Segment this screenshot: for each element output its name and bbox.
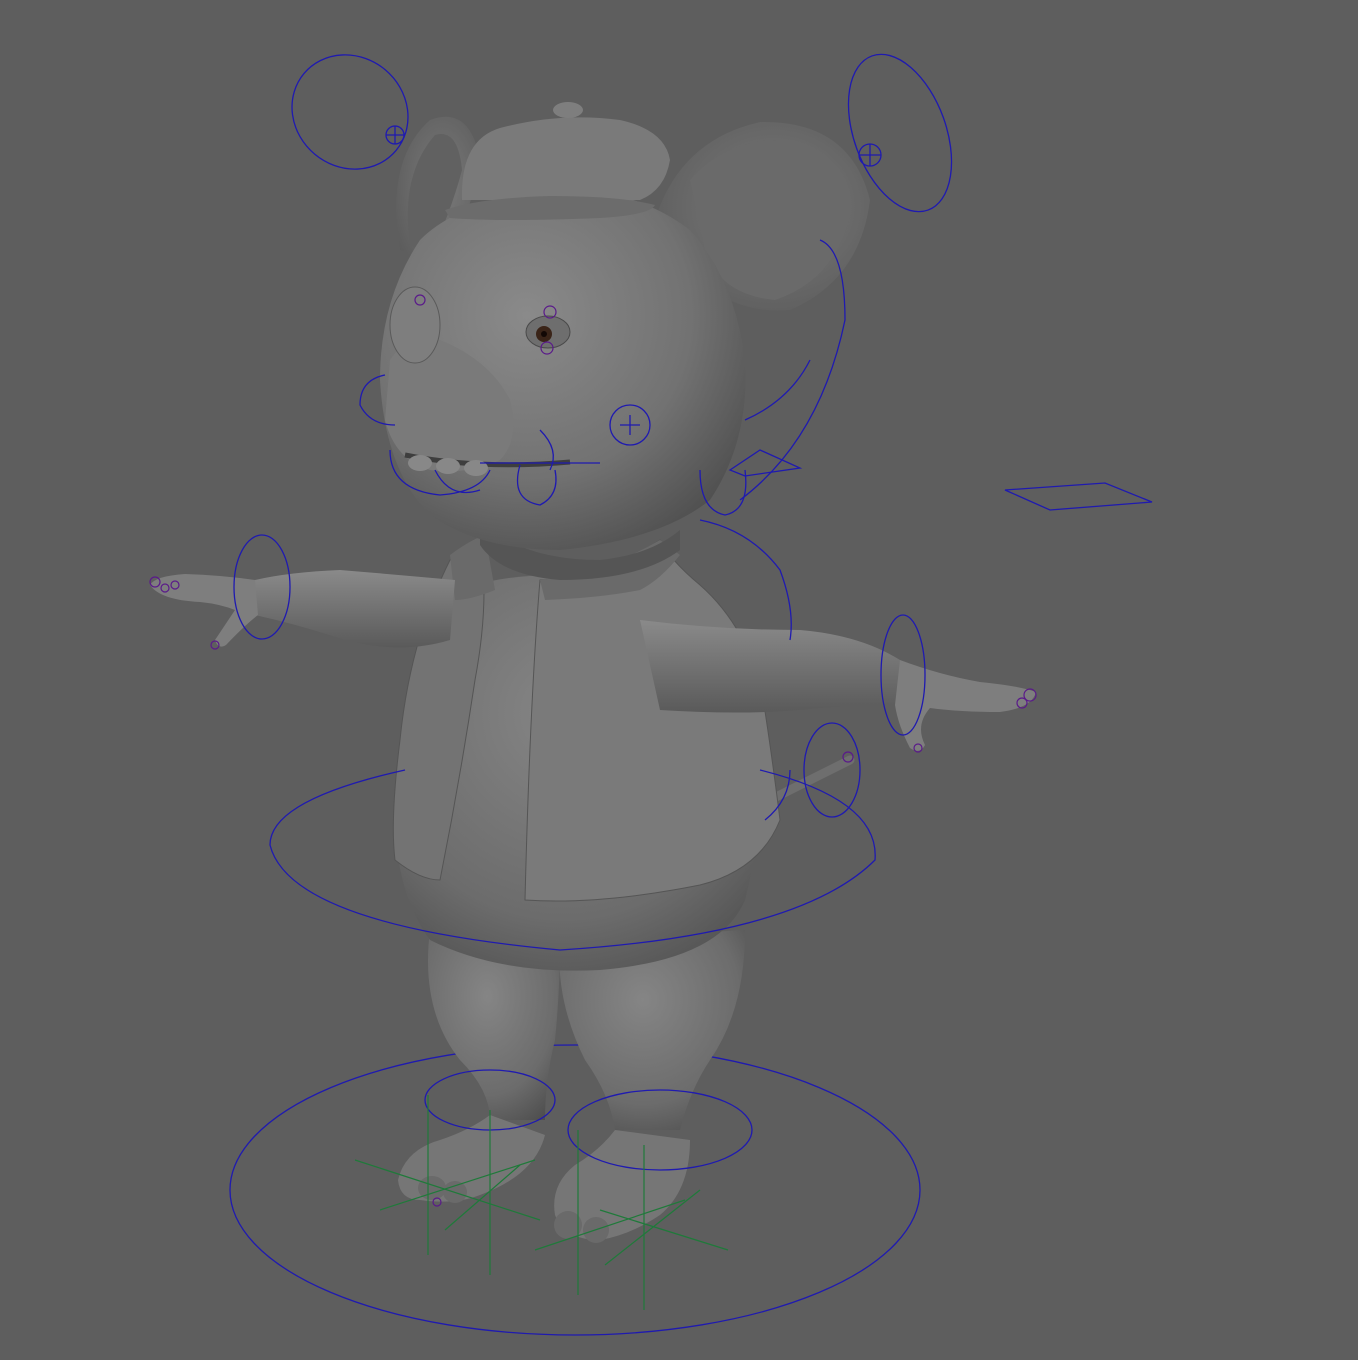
tail[interactable]: [765, 755, 855, 805]
viewport-canvas[interactable]: [0, 0, 1358, 1360]
hat[interactable]: [445, 102, 670, 220]
3d-viewport[interactable]: [0, 0, 1358, 1360]
left-arm[interactable]: [150, 570, 455, 648]
feet[interactable]: [398, 1115, 690, 1243]
eye[interactable]: [525, 315, 571, 349]
